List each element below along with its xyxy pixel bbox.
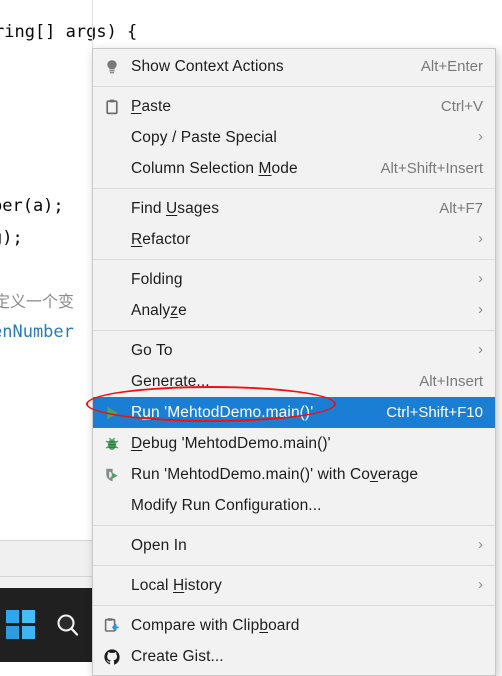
chevron-right-icon: › bbox=[478, 270, 483, 287]
menu-separator bbox=[93, 86, 495, 87]
start-tile-1 bbox=[6, 610, 19, 623]
menu-item[interactable]: Copy / Paste Special › bbox=[93, 122, 495, 153]
menu-item-shortcut: Ctrl+V bbox=[440, 98, 483, 115]
icon-placeholder bbox=[93, 264, 131, 295]
icon-placeholder bbox=[93, 490, 131, 521]
menu-item[interactable]: Compare with Clipboard bbox=[93, 610, 495, 641]
menu-item-label: Go To bbox=[131, 341, 173, 359]
icon-placeholder bbox=[93, 224, 131, 255]
menu-item-label: Debug 'MehtodDemo.main()' bbox=[131, 434, 331, 452]
menu-item-label: Paste bbox=[131, 97, 172, 115]
chevron-right-icon: › bbox=[478, 576, 483, 593]
icon-placeholder bbox=[93, 366, 131, 397]
icon-placeholder bbox=[93, 193, 131, 224]
menu-item-label: Modify Run Configuration... bbox=[131, 496, 322, 514]
run-play-icon bbox=[93, 397, 131, 428]
menu-item-label: Column Selection Mode bbox=[131, 159, 298, 177]
menu-item-shortcut: Alt+Shift+Insert bbox=[380, 160, 483, 177]
menu-item-label: Find Usages bbox=[131, 199, 220, 217]
menu-item-label: Folding bbox=[131, 270, 183, 288]
ide-panel-strip-1 bbox=[0, 540, 92, 577]
chevron-right-icon: › bbox=[478, 128, 483, 145]
menu-item[interactable]: Column Selection Mode Alt+Shift+Insert bbox=[93, 153, 495, 184]
chevron-right-icon: › bbox=[478, 301, 483, 318]
menu-separator bbox=[93, 525, 495, 526]
icon-placeholder bbox=[93, 530, 131, 561]
start-icon[interactable] bbox=[6, 610, 36, 640]
chevron-right-icon: › bbox=[478, 536, 483, 553]
menu-item-label: Show Context Actions bbox=[131, 57, 284, 75]
menu-item[interactable]: Refactor › bbox=[93, 224, 495, 255]
debug-bug-icon bbox=[93, 428, 131, 459]
start-tile-2 bbox=[22, 610, 35, 623]
menu-item-label: Run 'MehtodDemo.main()' bbox=[131, 403, 314, 421]
menu-item[interactable]: Find Usages Alt+F7 bbox=[93, 193, 495, 224]
icon-placeholder bbox=[93, 570, 131, 601]
menu-item[interactable]: Analyze › bbox=[93, 295, 495, 326]
menu-item[interactable]: Generate... Alt+Insert bbox=[93, 366, 495, 397]
icon-placeholder bbox=[93, 295, 131, 326]
menu-separator bbox=[93, 330, 495, 331]
icon-placeholder bbox=[93, 335, 131, 366]
menu-item[interactable]: Debug 'MehtodDemo.main()' bbox=[93, 428, 495, 459]
search-icon[interactable] bbox=[52, 610, 84, 642]
icon-placeholder bbox=[93, 153, 131, 184]
context-menu[interactable]: Show Context Actions Alt+Enter Paste Ctrl+V… bbox=[92, 48, 496, 676]
menu-item-shortcut: Alt+F7 bbox=[439, 200, 483, 217]
menu-separator bbox=[93, 565, 495, 566]
menu-item[interactable]: Create Gist... bbox=[93, 641, 495, 672]
code-line: ring[] args) { bbox=[0, 22, 138, 42]
menu-item-label: Copy / Paste Special bbox=[131, 128, 277, 146]
chevron-right-icon: › bbox=[478, 341, 483, 358]
menu-item-label: Compare with Clipboard bbox=[131, 616, 300, 634]
coverage-shield-icon bbox=[93, 459, 131, 490]
start-tile-3 bbox=[6, 626, 19, 639]
menu-item[interactable]: Go To › bbox=[93, 335, 495, 366]
menu-item-label: Open In bbox=[131, 536, 187, 554]
menu-separator bbox=[93, 605, 495, 606]
compare-clipboard-icon bbox=[93, 610, 131, 641]
code-line: 定义一个变 bbox=[0, 294, 75, 311]
menu-item-label: Run 'MehtodDemo.main()' with Coverage bbox=[131, 465, 419, 483]
menu-item-shortcut: Alt+Enter bbox=[420, 58, 483, 75]
chevron-right-icon: › bbox=[478, 230, 483, 247]
menu-item[interactable]: Run 'MehtodDemo.main()' with Coverage bbox=[93, 459, 495, 490]
icon-placeholder bbox=[93, 122, 131, 153]
menu-item[interactable]: Show Context Actions Alt+Enter bbox=[93, 51, 495, 82]
menu-item[interactable]: Folding › bbox=[93, 264, 495, 295]
windows-taskbar[interactable] bbox=[0, 588, 92, 662]
menu-item[interactable]: Run 'MehtodDemo.main()' Ctrl+Shift+F10 bbox=[93, 397, 495, 428]
menu-item-label: Analyze bbox=[131, 301, 187, 319]
lightbulb-icon bbox=[93, 51, 131, 82]
menu-item-label: Create Gist... bbox=[131, 647, 224, 665]
menu-item-label: Generate... bbox=[131, 372, 210, 390]
code-line: ber(a); bbox=[0, 196, 64, 216]
clipboard-paste-icon bbox=[93, 91, 131, 122]
menu-item[interactable]: Open In › bbox=[93, 530, 495, 561]
menu-item[interactable]: Modify Run Configuration... bbox=[93, 490, 495, 521]
menu-separator bbox=[93, 188, 495, 189]
github-icon bbox=[93, 641, 131, 672]
code-line: g); bbox=[0, 228, 23, 248]
menu-separator bbox=[93, 259, 495, 260]
menu-item[interactable]: Paste Ctrl+V bbox=[93, 91, 495, 122]
menu-item[interactable]: Local History › bbox=[93, 570, 495, 601]
start-tile-4 bbox=[22, 626, 35, 639]
menu-item-label: Refactor bbox=[131, 230, 191, 248]
menu-item-shortcut: Ctrl+Shift+F10 bbox=[386, 404, 483, 421]
menu-item-shortcut: Alt+Insert bbox=[419, 373, 483, 390]
code-line: enNumber bbox=[0, 322, 74, 342]
menu-item-label: Local History bbox=[131, 576, 222, 594]
